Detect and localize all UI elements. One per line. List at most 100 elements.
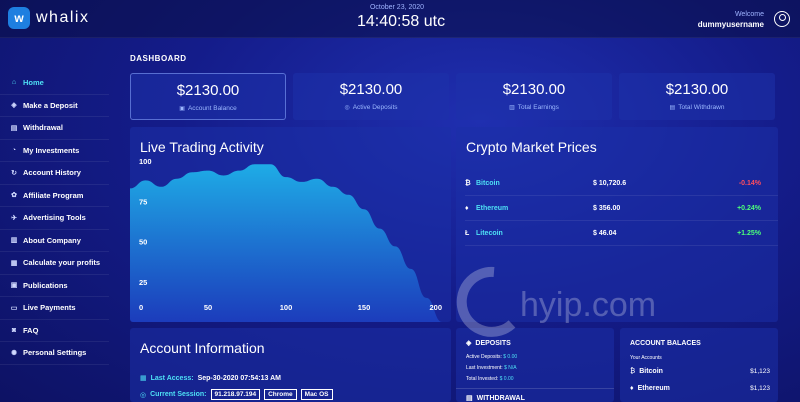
sidebar-nav: ⌂ Home ◈ Make a Deposit ▤ Withdrawal ◔ My Inves… [0,72,109,365]
crypto-row-bitcoin[interactable]: ₿ Bitcoin $ 10,720.6 -0.14% [465,171,778,196]
total-invested-line: Total Invested: $ 0.00 [466,376,514,382]
sidebar-item-about-company[interactable]: ▥ About Company [0,230,109,252]
crypto-row-litecoin[interactable]: Ł Litecoin $ 46.04 +1.25% [465,221,778,246]
session-ip: 91.218.97.194 [210,389,261,400]
sidebar-item-label: Account History [23,168,81,178]
sidebar-item-label: Make a Deposit [23,100,78,110]
whalix-logo-icon: w [8,7,30,29]
sidebar-item-calculate-your-profits[interactable]: ▦ Calculate your profits [0,252,109,275]
crypto-price: $ 46.04 [593,229,617,237]
deposits-title: DEPOSITS [475,339,511,347]
last-investment-value: $ N/A [504,365,517,371]
active-deposits-label: Active Deposits: [466,354,502,360]
x-tick-label: 200 [429,303,442,312]
divider [456,388,614,389]
faq-icon: ◙ [11,326,17,334]
payments-icon: ▭ [10,304,18,312]
withdrawal-icon: ▤ [466,395,473,402]
panel-title: Account Information [140,340,265,356]
calculator-icon: ▦ [10,259,18,267]
withdrawal-heading: ▤ WITHDRAWAL [466,394,525,402]
crypto-name: Bitcoin [476,179,500,187]
stat-amount: $2130.00 [339,81,403,98]
sidebar-item-affiliate-program[interactable]: ✿ Affiliate Program [0,185,109,207]
active-deposits-value: $ 0.00 [503,354,518,360]
total-invested-label: Total Invested: [466,376,499,382]
trading-area-chart: 25 50 75 100 0 50 100 150 200 [130,157,442,322]
crypto-price: $ 10,720.6 [593,179,627,187]
sidebar-item-personal-settings[interactable]: ✺ Personal Settings [0,342,109,365]
trading-area-series [130,164,442,322]
sidebar-item-advertising-tools[interactable]: ✈ Advertising Tools [0,207,109,230]
crypto-row-ethereum[interactable]: ♦ Ethereum $ 356.00 +0.24% [465,196,778,221]
home-icon: ⌂ [11,79,17,87]
panel-title: Crypto Market Prices [466,139,597,155]
balances-subtitle: Your Accounts [630,355,662,361]
y-tick-label: 75 [139,197,147,206]
sidebar-item-faq[interactable]: ◙ FAQ [0,320,109,342]
bitcoin-icon: ₿ [630,368,636,375]
balances-title: ACCOUNT BALACES [630,340,701,347]
deposit-icon: ◈ [11,102,17,110]
session-label: Current Session: [150,391,207,398]
sidebar-item-live-payments[interactable]: ▭ Live Payments [0,297,109,320]
balance-name: Ethereum [637,385,670,392]
company-icon: ▥ [10,237,18,245]
withdraw-icon: ▤ [669,105,676,111]
last-access-label: Last Access: [150,374,194,382]
active-deposits-line: Active Deposits: $ 0.00 [466,354,517,360]
bitcoin-icon: ₿ [465,179,471,187]
sidebar-item-home[interactable]: ⌂ Home [0,72,109,95]
panel-title: Live Trading Activity [140,139,264,155]
x-tick-label: 50 [204,303,212,312]
live-trading-panel: 25 50 75 100 0 50 100 150 200 Live Trading Activ… [130,127,451,322]
stat-amount: $2130.00 [176,82,240,99]
crypto-name: Litecoin [476,229,503,237]
sidebar-item-publications[interactable]: ▣ Publications [0,275,109,297]
history-icon: ↻ [11,169,17,177]
sidebar-item-label: Live Payments [23,303,76,313]
stat-amount: $2130.00 [665,81,729,98]
balance-name: Bitcoin [639,368,663,375]
sidebar-item-label: My Investments [23,145,80,155]
user-profile-icon[interactable] [774,11,790,27]
sidebar-item-my-investments[interactable]: ◔ My Investments [0,140,109,162]
balance-row-bitcoin[interactable]: ₿ Bitcoin $1,123 [630,368,770,375]
welcome-label: Welcome [734,11,764,18]
sidebar-item-make-a-deposit[interactable]: ◈ Make a Deposit [0,95,109,117]
brand-logo[interactable]: w whalix [8,7,89,29]
account-balances-panel: ACCOUNT BALACES Your Accounts ₿ Bitcoin … [620,328,778,402]
balance-row-ethereum[interactable]: ♦ Ethereum $1,123 [630,385,770,392]
stat-card-total-earnings[interactable]: $2130.00 ▥ Total Earnings [456,73,612,120]
last-investment-line: Last Investment: $ N/A [466,365,517,371]
sidebar-item-label: Calculate your profits [23,258,101,268]
sidebar-item-withdrawal[interactable]: ▤ Withdrawal [0,117,109,140]
chart-icon: ▥ [509,105,515,111]
username: dummyusername [697,20,764,29]
session-browser: Chrome [264,389,297,400]
deposits-panel: ◈ DEPOSITS Active Deposits: $ 0.00 Last … [456,328,614,402]
stat-card-total-withdrawn[interactable]: $2130.00 ▤ Total Withdrawn [619,73,775,120]
sidebar-item-label: Affiliate Program [23,190,84,200]
top-bar: w whalix October 23, 2020 14:40:58 utc W… [0,0,800,38]
server-clock: October 23, 2020 14:40:58 utc [357,4,445,31]
account-info-panel: Account Information ▦ Last Access: Sep-3… [130,328,451,402]
last-investment-label: Last Investment: [466,365,503,371]
session-os: Mac OS [300,389,333,400]
y-tick-label: 25 [139,278,147,287]
deposits-icon: ◈ [466,340,472,347]
withdrawal-icon: ▤ [10,124,18,132]
sidebar-item-label: Publications [23,280,68,290]
sidebar-item-label: Withdrawal [23,123,63,133]
wallet-icon: ▣ [179,106,185,112]
stat-card-account-balance[interactable]: $2130.00 ▣ Account Balance [130,73,286,120]
ethereum-icon: ♦ [630,385,634,392]
balance-value: $1,123 [750,368,770,375]
coins-icon: ◎ [344,105,350,111]
crypto-prices-panel: Crypto Market Prices ₿ Bitcoin $ 10,720.6… [456,127,778,322]
stat-card-active-deposits[interactable]: $2130.00 ◎ Active Deposits [293,73,449,120]
sidebar-item-account-history[interactable]: ↻ Account History [0,162,109,185]
total-invested-value: $ 0.00 [499,376,514,382]
sidebar-item-label: About Company [23,235,81,245]
investments-icon: ◔ [11,146,17,154]
